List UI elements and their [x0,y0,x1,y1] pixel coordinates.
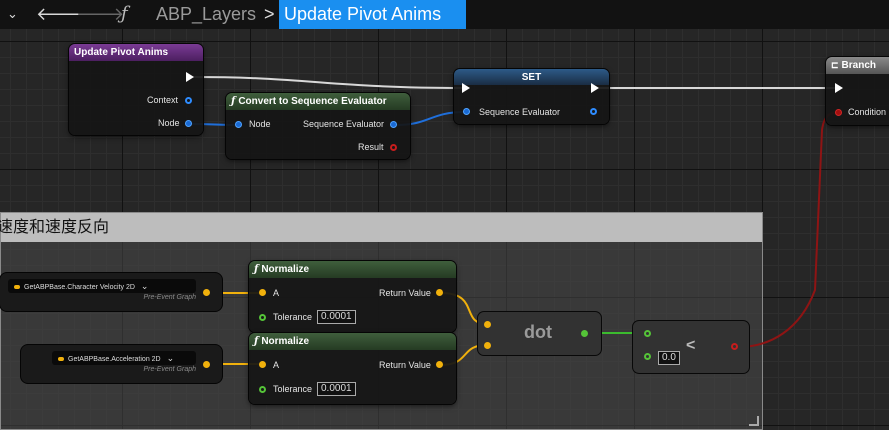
chevron-down-icon[interactable]: ⌄ [141,281,149,291]
less-than-node[interactable]: 0.0 < [633,321,749,373]
context-pin[interactable] [185,97,192,104]
normalize-1-header: ƒ Normalize [249,261,456,278]
accel-getter-label-box: GetABPBase.Acceleration 2D ⌄ [52,351,196,365]
return-value-label: Return Value [379,360,431,370]
set-node[interactable]: SET Sequence Evaluator [454,69,609,124]
return-value-pin[interactable] [436,361,443,368]
sequence-evaluator-out-pin[interactable] [590,108,597,115]
dot-out-pin[interactable] [581,330,588,337]
normalize-2-header: ƒ Normalize [249,333,456,350]
exec-wire-1 [192,76,466,89]
return-value-label: Return Value [379,288,431,298]
function-icon: ƒ [254,336,259,347]
condition-label: Condition [848,107,887,117]
sequence-evaluator-label: Sequence Evaluator [479,107,561,117]
node-input-pin[interactable] [235,121,242,128]
velocity-out-pin[interactable] [203,289,210,296]
less-a-pin[interactable] [644,330,651,337]
node-input-label: Node [249,119,271,129]
a-label: A [273,360,280,370]
function-icon: ƒ [254,264,259,275]
accel-getter-context: Pre-Event Graph [143,366,196,373]
exec-out-pin[interactable] [186,72,194,82]
function-icon: ƒ [231,96,236,107]
normalize-node-1[interactable]: ƒ Normalize A Return Value Tolerance 0.00… [249,261,456,332]
convert-node-header: ƒ Convert to Sequence Evaluator [226,93,410,110]
normalize-1-title: Normalize [261,264,310,275]
get-acceleration-node[interactable]: GetABPBase.Acceleration 2D ⌄ Pre-Event G… [21,345,222,383]
result-label: Result [358,142,384,152]
sequence-evaluator-in-pin[interactable] [463,108,470,115]
vector-type-icon [14,285,20,290]
velocity-getter-context: Pre-Event Graph [143,294,196,301]
sequence-evaluator-out-pin[interactable] [390,121,397,128]
tolerance-pin[interactable] [259,386,266,393]
sequence-evaluator-label: Sequence Evaluator [303,119,385,129]
a-pin[interactable] [259,361,266,368]
branch-icon: ⊏ [831,60,839,70]
condition-pin[interactable] [835,109,842,116]
convert-to-sequence-evaluator-node[interactable]: ƒ Convert to Sequence Evaluator Node Sequ… [226,93,410,159]
context-pin-label: Context [147,95,179,105]
node-pin[interactable] [185,120,192,127]
tolerance-pin[interactable] [259,314,266,321]
velocity-getter-label-box: GetABPBase.Character Velocity 2D ⌄ [8,279,196,293]
accel-out-pin[interactable] [203,361,210,368]
tolerance-input[interactable]: 0.0001 [317,310,356,324]
less-than-symbol: < [686,337,696,354]
tolerance-input[interactable]: 0.0001 [317,382,356,396]
convert-node-title: Convert to Sequence Evaluator [238,96,387,107]
exec-out-pin[interactable] [591,83,599,93]
get-character-velocity-node[interactable]: GetABPBase.Character Velocity 2D ⌄ Pre-E… [0,273,222,311]
function-entry-node[interactable]: Update Pivot Anims Context Node [69,44,203,135]
less-b-input[interactable]: 0.0 [658,351,680,365]
exec-in-pin[interactable] [835,83,843,93]
bool-wire [737,111,841,348]
chevron-down-icon[interactable]: ⌄ [167,353,175,363]
exec-in-pin[interactable] [462,83,470,93]
dot-a-pin[interactable] [484,321,491,328]
less-b-pin[interactable] [644,353,651,360]
branch-node-title: Branch [841,60,876,71]
normalize-node-2[interactable]: ƒ Normalize A Return Value Tolerance 0.00… [249,333,456,404]
a-label: A [273,288,280,298]
vector-type-icon [58,357,64,362]
node-pin-label: Node [158,118,180,128]
a-pin[interactable] [259,289,266,296]
normalize-2-title: Normalize [261,336,310,347]
result-pin[interactable] [390,144,397,151]
dot-label: dot [524,322,552,342]
branch-node-header: ⊏ Branch [826,57,889,74]
set-node-title: SET [454,69,609,85]
return-value-pin[interactable] [436,289,443,296]
velocity-getter-label: GetABPBase.Character Velocity 2D [24,284,135,291]
dot-b-pin[interactable] [484,342,491,349]
tolerance-label: Tolerance [273,384,313,394]
entry-node-title: Update Pivot Anims [69,44,203,61]
dot-product-node[interactable]: dot [478,312,601,355]
less-out-pin[interactable] [731,343,738,350]
branch-node[interactable]: ⊏ Branch Condition [826,57,889,125]
accel-getter-label: GetABPBase.Acceleration 2D [68,356,161,363]
tolerance-label: Tolerance [273,312,313,322]
